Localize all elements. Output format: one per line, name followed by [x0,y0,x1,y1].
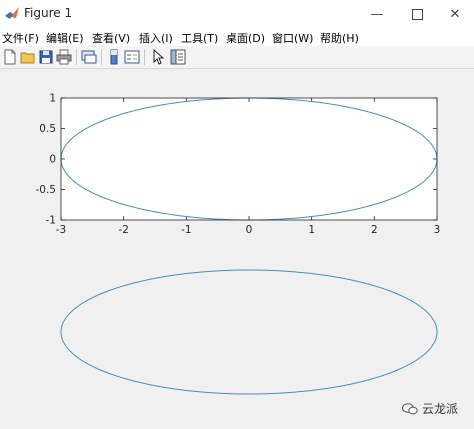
menu-bar: 文件(F) 编辑(E) 查看(V) 插入(I) 工具(T) 桌面(D) 窗口(W… [0,28,474,46]
minimize-button[interactable]: — [358,0,396,28]
x-tick-label: 3 [434,224,441,236]
toolbar-separator [144,49,145,65]
y-tick-label: 1 [49,93,56,105]
watermark-text: 云龙派 [422,402,459,416]
maximize-button[interactable] [398,0,436,28]
new-figure-icon[interactable] [2,49,18,65]
toolbar-separator [101,49,102,65]
close-icon: ✕ [449,6,461,22]
y-tick-label: 0 [49,154,56,166]
menu-edit[interactable]: 编辑(E) [46,30,84,46]
y-tick-label: -0.5 [36,184,57,196]
window-title: Figure 1 [24,6,73,20]
plot-area [61,98,437,220]
print-icon[interactable] [56,49,72,65]
close-button[interactable]: ✕ [436,0,474,28]
menu-tools[interactable]: 工具(T) [181,30,218,46]
menu-view[interactable]: 查看(V) [92,30,130,46]
figure-window: Figure 1 — ✕ 文件(F) 编辑(E) 查看(V) 插入(I) 工具(… [0,0,474,429]
insert-legend-icon[interactable] [124,49,140,65]
pointer-icon[interactable] [150,49,166,65]
menu-file[interactable]: 文件(F) [2,30,39,46]
x-tick-label: 0 [246,224,253,236]
x-tick-label: -2 [118,224,128,236]
x-tick-label: -3 [56,224,66,236]
save-icon[interactable] [38,49,54,65]
maximize-icon [411,8,423,20]
menu-help[interactable]: 帮助(H) [320,30,359,46]
minimize-icon: — [370,6,384,22]
open-file-icon[interactable] [20,49,36,65]
axes-bottom[interactable] [0,258,474,406]
toolbar-separator [76,49,77,65]
menu-window[interactable]: 窗口(W) [272,30,313,46]
tool-bar [0,46,474,69]
watermark: 云龙派 [402,400,458,417]
y-tick-label: 0.5 [39,123,56,135]
wechat-icon [402,402,418,414]
matlab-logo-icon [5,7,19,19]
menu-insert[interactable]: 插入(I) [139,30,173,46]
x-tick-label: -1 [181,224,191,236]
axes-top[interactable]: -3 -2 -1 0 1 2 3 -1 -0.5 0 0.5 1 [0,68,474,258]
insert-colorbar-icon[interactable] [106,49,122,65]
title-bar[interactable]: Figure 1 — ✕ [0,0,474,29]
ellipse-curve [60,269,438,395]
property-editor-icon[interactable] [170,49,186,65]
x-tick-label: 2 [371,224,378,236]
link-plot-icon[interactable] [81,49,97,65]
x-tick-label: 1 [308,224,315,236]
menu-desktop[interactable]: 桌面(D) [226,30,265,46]
y-tick-label: -1 [46,215,56,227]
